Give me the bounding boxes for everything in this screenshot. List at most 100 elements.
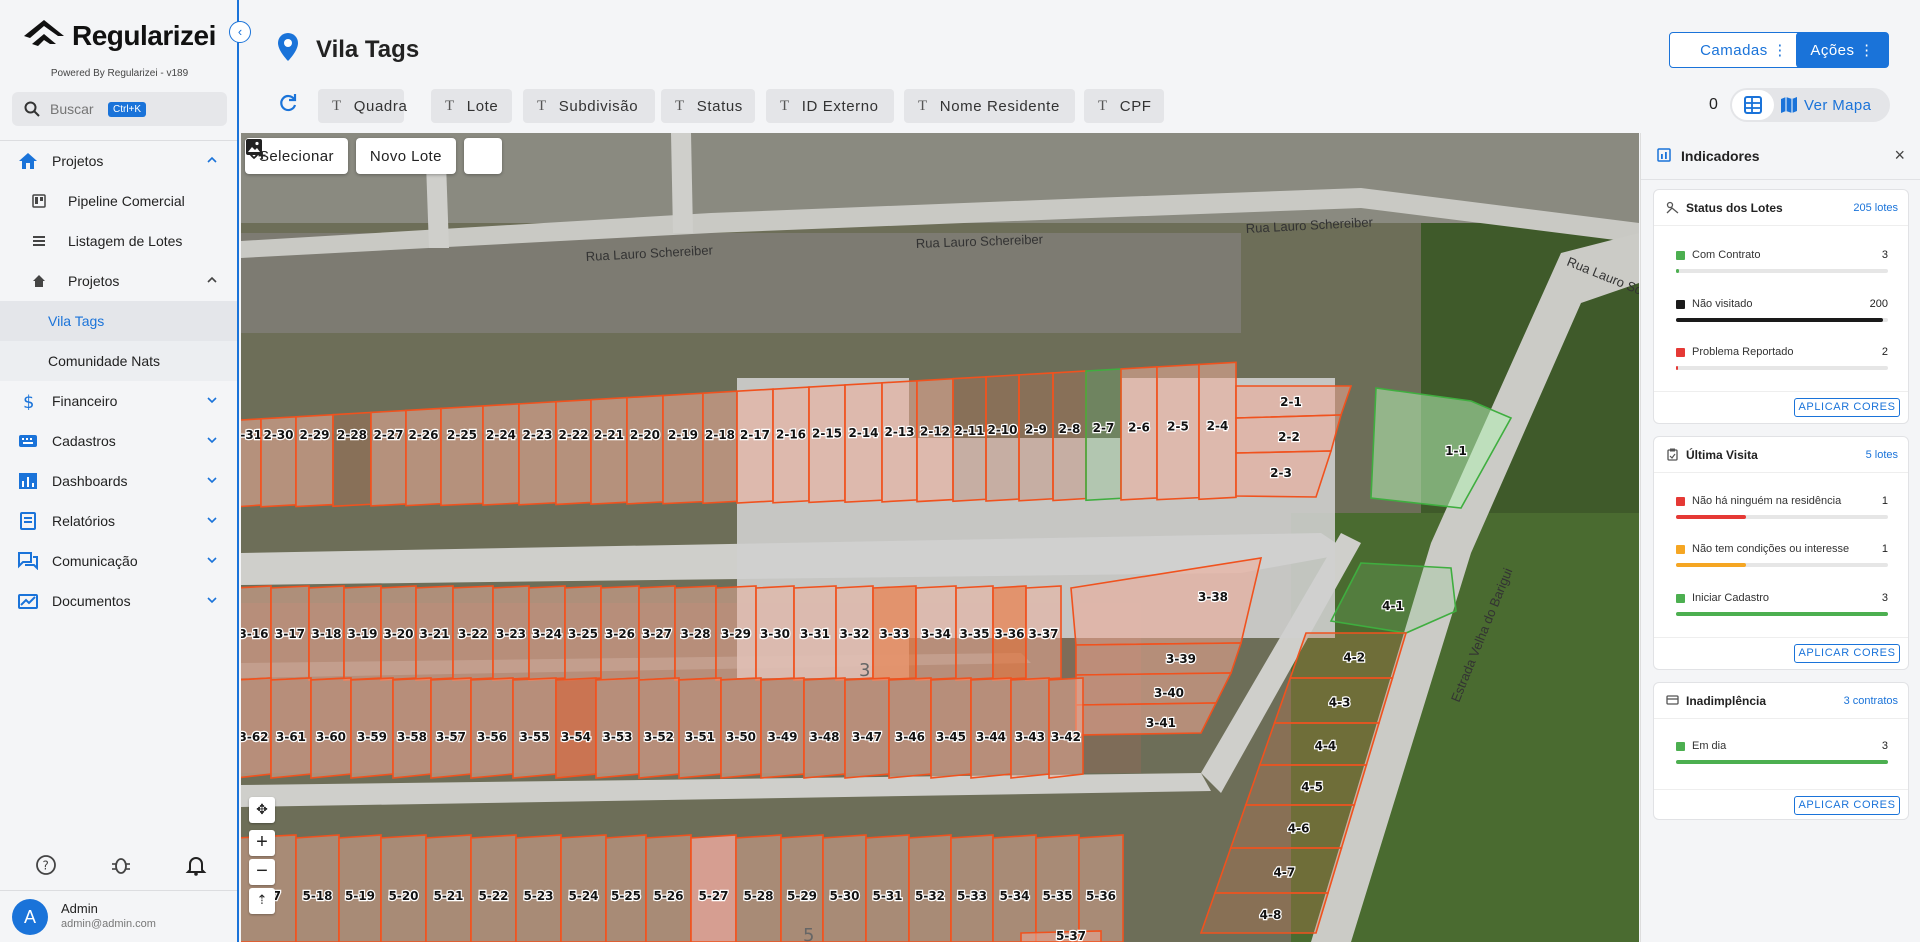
lot-polygon[interactable] xyxy=(772,386,810,504)
lot-polygon[interactable] xyxy=(392,677,432,779)
lot-polygon[interactable] xyxy=(702,390,738,505)
filter-quadra[interactable]: T Quadra xyxy=(318,89,407,123)
filter-id-externo[interactable]: T ID Externo xyxy=(766,89,894,123)
lot-polygon[interactable] xyxy=(916,377,954,503)
indicator-row[interactable]: Problema Reportado 2 xyxy=(1676,344,1888,374)
nav-listagem-de-lotes[interactable]: Listagem de Lotes xyxy=(0,221,237,261)
reset-north-button[interactable]: ⇡ xyxy=(249,888,275,914)
ver-mapa-button[interactable]: Ver Mapa xyxy=(1780,88,1871,122)
nav-projetos-sub[interactable]: Projetos xyxy=(0,261,237,301)
clipboard-icon xyxy=(1667,448,1678,461)
zoom-in-button[interactable]: + xyxy=(249,830,275,856)
nav-pipeline-comercial[interactable]: Pipeline Comercial xyxy=(0,181,237,221)
lot-polygon[interactable] xyxy=(430,677,472,779)
nav-cadastros[interactable]: Cadastros xyxy=(0,421,237,461)
lot-polygon[interactable] xyxy=(555,677,597,779)
zoom-out-button[interactable]: − xyxy=(249,859,275,885)
new-lot-button[interactable]: Novo Lote xyxy=(246,138,456,174)
lot-polygon[interactable] xyxy=(1048,677,1084,779)
pan-control-button[interactable]: ✥ xyxy=(249,797,275,823)
nav-comunidade-nats[interactable]: Comunidade Nats xyxy=(0,341,237,381)
lot-polygon[interactable] xyxy=(638,677,680,779)
filter-nome-residente[interactable]: T Nome Residente xyxy=(904,89,1075,123)
lot-polygon[interactable] xyxy=(930,677,972,779)
indicator-row[interactable]: Iniciar Cadastro 3 xyxy=(1676,590,1888,620)
search-box[interactable]: Ctrl+K xyxy=(12,92,227,126)
bug-icon[interactable] xyxy=(110,854,132,876)
collapse-sidebar-button[interactable]: ‹ xyxy=(229,21,251,43)
help-icon[interactable]: ? xyxy=(35,854,57,876)
lot-polygon[interactable] xyxy=(844,381,883,504)
lot-polygon[interactable] xyxy=(590,396,628,506)
progress-bar xyxy=(1676,760,1888,764)
indicator-row[interactable]: Não há ninguém na residência 1 xyxy=(1676,493,1888,523)
user-profile[interactable]: A Admin admin@admin.com xyxy=(0,890,237,942)
nav-label: Cadastros xyxy=(52,433,116,449)
apply-colors-button[interactable]: APLICAR CORES xyxy=(1794,398,1900,417)
lot-polygon[interactable] xyxy=(736,388,774,504)
lot-polygon[interactable] xyxy=(370,409,407,507)
map-view[interactable]: 2-312-302-292-282-272-262-252-242-232-22… xyxy=(241,133,1639,942)
lot-label: 3-38 xyxy=(1198,590,1228,604)
lot-polygon[interactable] xyxy=(518,400,557,506)
close-icon[interactable]: × xyxy=(1894,145,1905,166)
lot-polygon[interactable] xyxy=(595,677,640,779)
lot-polygon[interactable] xyxy=(888,677,932,779)
lot-polygon[interactable] xyxy=(808,384,846,504)
nav-relatorios[interactable]: Relatórios xyxy=(0,501,237,541)
lot-polygon[interactable] xyxy=(512,677,557,779)
apply-colors-button[interactable]: APLICAR CORES xyxy=(1794,796,1900,815)
acoes-button[interactable]: Ações ⋮ xyxy=(1796,32,1889,68)
lot-label: 3-26 xyxy=(605,627,635,641)
nav-comunicacao[interactable]: Comunicação xyxy=(0,541,237,581)
filter-subdivisao[interactable]: T Subdivisão xyxy=(523,89,655,123)
lot-polygon[interactable] xyxy=(1075,642,1243,676)
lot-polygon[interactable] xyxy=(555,398,592,506)
lot-polygon[interactable] xyxy=(241,677,272,779)
lot-polygon[interactable] xyxy=(881,379,918,503)
lot-polygon[interactable] xyxy=(470,677,514,779)
lot-polygon[interactable] xyxy=(1010,677,1050,779)
progress-fill xyxy=(1676,760,1888,764)
lot-polygon[interactable] xyxy=(970,677,1012,779)
lot-polygon[interactable] xyxy=(1018,372,1054,502)
indicator-row[interactable]: Com Contrato 3 xyxy=(1676,247,1888,277)
refresh-icon[interactable] xyxy=(278,93,298,113)
apply-colors-button[interactable]: APLICAR CORES xyxy=(1794,644,1900,663)
search-input[interactable] xyxy=(50,101,98,117)
image-layer-button[interactable] xyxy=(246,138,502,174)
lot-polygon[interactable] xyxy=(803,677,846,779)
lot-polygon[interactable] xyxy=(270,677,312,779)
lot-polygon[interactable] xyxy=(952,375,987,503)
filter-lote[interactable]: T Lote xyxy=(431,89,512,123)
lot-polygon[interactable] xyxy=(332,411,372,508)
map-canvas[interactable]: 2-312-302-292-282-272-262-252-242-232-22… xyxy=(241,133,1639,942)
nav-financeiro[interactable]: $ Financeiro xyxy=(0,381,237,421)
filter-cpf[interactable]: T CPF xyxy=(1084,89,1164,123)
indicator-row[interactable]: Não visitado 200 xyxy=(1676,296,1888,326)
lot-polygon[interactable] xyxy=(482,403,520,506)
indicator-row[interactable]: Não tem condições ou interesse 1 xyxy=(1676,541,1888,571)
table-view-button[interactable] xyxy=(1732,90,1774,120)
nav-documentos[interactable]: Documentos xyxy=(0,581,237,621)
lot-polygon[interactable] xyxy=(720,677,762,779)
nav-dashboards[interactable]: Dashboards xyxy=(0,461,237,501)
lot-polygon[interactable] xyxy=(626,394,664,505)
lot-polygon[interactable] xyxy=(440,405,484,507)
indicator-row[interactable]: Em dia 3 xyxy=(1676,738,1888,768)
lot-polygon[interactable] xyxy=(405,407,442,507)
lot-polygon[interactable] xyxy=(760,677,805,779)
lot-polygon[interactable] xyxy=(350,677,394,779)
logo[interactable]: Regularizei xyxy=(22,18,216,54)
progress-fill xyxy=(1676,318,1883,322)
filter-status[interactable]: T Status xyxy=(661,89,755,123)
lot-polygon[interactable] xyxy=(678,677,722,779)
chevron-up-icon xyxy=(207,156,217,163)
lot-polygon[interactable] xyxy=(310,677,352,779)
nav-projetos[interactable]: Projetos xyxy=(0,141,237,181)
lot-polygon[interactable] xyxy=(662,392,704,505)
bell-icon[interactable] xyxy=(185,854,207,876)
nav-vila-tags[interactable]: Vila Tags xyxy=(0,301,237,341)
lot-polygon[interactable] xyxy=(985,374,1020,502)
lot-polygon[interactable] xyxy=(844,677,890,779)
